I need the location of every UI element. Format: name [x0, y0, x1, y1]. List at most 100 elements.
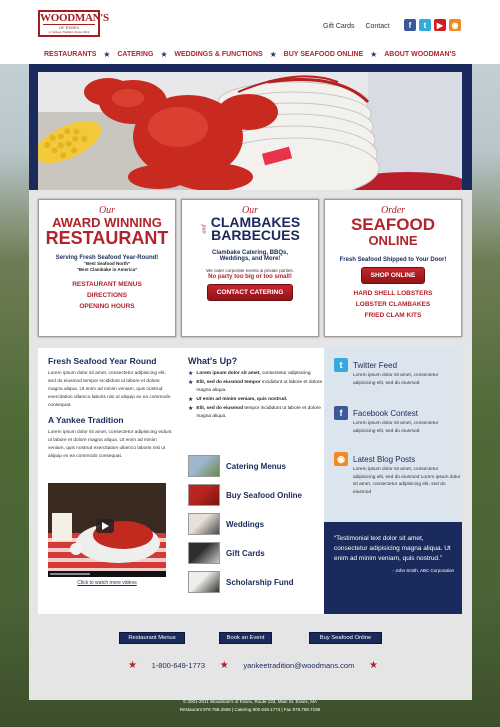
feed-latest-blog-posts: ◉ Latest Blog Posts Lorem ipsum dolor sit …	[324, 452, 462, 496]
quick-link-label: Gift Cards	[226, 548, 265, 558]
news-item-bold: Ut enim ad minim veniam, quis nostrud.	[196, 397, 288, 402]
quick-link-weddings[interactable]: Weddings	[188, 510, 302, 538]
quick-link-catering-menus[interactable]: Catering Menus	[188, 452, 302, 480]
social-icons: f t ▶ ◉	[404, 19, 461, 31]
star-icon: ★	[219, 660, 229, 671]
card-order-online: Order SEAFOOD ONLINE Fresh Seafood Shipp…	[324, 199, 462, 337]
quick-link-thumbnail	[188, 484, 220, 506]
footer-buy-seafood-button[interactable]: Buy Seafood Online	[309, 632, 382, 644]
catering-corporate: We cater corporate events & private part…	[206, 268, 294, 273]
nav-star-icon: ★	[160, 49, 168, 59]
feed-text: Lorem ipsum dolor sit amet, consectetur …	[353, 467, 461, 495]
quick-link-label: Scholarship Fund	[226, 577, 294, 587]
contact-catering-button[interactable]: CONTACT CATERING	[206, 284, 294, 301]
opening-hours-link[interactable]: OPENING HOURS	[39, 301, 175, 312]
news-item[interactable]: ★ Elit, sed do eiusmod tempor incididunt …	[188, 379, 323, 395]
quick-link-thumbnail	[188, 542, 220, 564]
card-catering-line2: BARBECUES	[211, 227, 300, 243]
feed-text: Lorem ipsum dolor sit amet, consectetur …	[353, 421, 439, 434]
restaurant-menus-link[interactable]: RESTAURANT MENUS	[39, 279, 175, 290]
twitter-icon[interactable]: t	[334, 358, 348, 372]
quick-link-label: Catering Menus	[226, 461, 287, 471]
card-order-line2: ONLINE	[368, 233, 418, 248]
yankee-tradition-heading: A Yankee Tradition	[48, 415, 124, 425]
logo-tagline: A Yankee Tradition Since 1914	[48, 30, 90, 34]
phone-number[interactable]: 1-800-649-1773	[152, 661, 205, 670]
testimonial-quote: “Testimonial text dolor sit amet, consec…	[334, 535, 451, 562]
fresh-seafood-heading: Fresh Seafood Year Round	[48, 356, 157, 366]
news-item-text: consectetur adipisicing	[260, 371, 311, 376]
news-item-bold: Lorem ipsum dolor sit amet,	[196, 371, 261, 376]
email-address[interactable]: yankeetradition@woodmans.com	[243, 661, 354, 670]
fresh-seafood-text: Lorem ipsum dolor sit amet, consectetur …	[48, 371, 171, 408]
nav-item-about-woodman-s[interactable]: ABOUT WOODMAN'S	[384, 51, 456, 58]
quick-link-gift-cards[interactable]: Gift Cards	[188, 539, 302, 567]
main-nav: RESTAURANTS ★ CATERING ★ WEDDINGS & FUNCTION…	[38, 44, 462, 64]
whats-up-heading: What's Up?	[188, 356, 238, 366]
card-catering: Our and CLAMBAKES BARBECUES Clambake Cat…	[181, 199, 319, 337]
bullet-star-icon: ★	[188, 371, 194, 377]
about-column: Fresh Seafood Year Round Lorem ipsum dol…	[48, 356, 173, 466]
lobster-clambakes-link[interactable]: LOBSTER CLAMBAKES	[325, 299, 461, 310]
facebook-icon[interactable]: f	[334, 406, 348, 420]
gift-cards-link[interactable]: Gift Cards	[323, 23, 355, 30]
shop-online-button[interactable]: SHOP ONLINE	[360, 267, 426, 284]
main-content: Fresh Seafood Year Round Lorem ipsum dol…	[38, 348, 462, 614]
bullet-star-icon: ★	[188, 397, 194, 403]
feed-twitter-feed: t Twitter Feed Lorem ipsum dolor sit amet,…	[324, 358, 462, 387]
facebook-icon[interactable]: f	[404, 19, 416, 31]
nav-star-icon: ★	[370, 49, 378, 59]
hard-shell-lobsters-link[interactable]: HARD SHELL LOBSTERS	[325, 288, 461, 299]
bullet-star-icon: ★	[188, 380, 194, 386]
nav-item-weddings-functions[interactable]: WEDDINGS & FUNCTIONS	[174, 51, 262, 58]
nav-item-restaurants[interactable]: RESTAURANTS	[44, 51, 96, 58]
news-item[interactable]: ★ Elit, sed do eiusmod tempor incididunt …	[188, 405, 323, 421]
video-player[interactable]	[48, 483, 166, 577]
feed-title[interactable]: Facebook Contest	[353, 409, 418, 418]
contact-bar: ★ 1-800-649-1773 ★ yankeetradition@woodm…	[128, 660, 378, 671]
quick-links: Catering Menus Buy Seafood Online Weddings…	[188, 452, 302, 597]
star-icon: ★	[369, 660, 378, 671]
whats-up-column: What's Up? ★ Lorem ipsum dolor sit amet, …	[188, 356, 323, 422]
nav-item-catering[interactable]: CATERING	[117, 51, 153, 58]
footer-book-event-button[interactable]: Book an Event	[219, 632, 272, 644]
site-footer: © 2001-2011 Woodman's of Essex, Route 13…	[0, 698, 500, 714]
footer-copyright: © 2001-2011 Woodman's of Essex, Route 13…	[182, 699, 318, 704]
feed-title[interactable]: Latest Blog Posts	[353, 455, 415, 464]
top-links: Gift Cards Contact	[323, 23, 399, 30]
news-item[interactable]: ★ Lorem ipsum dolor sit amet, consectetur…	[188, 370, 323, 378]
quick-link-thumbnail	[188, 513, 220, 535]
fried-clam-kits-link[interactable]: FRIED CLAM KITS	[325, 310, 461, 321]
card-restaurant-quote2: “Best Clambake in America”	[76, 267, 138, 272]
catering-heading: and CLAMBAKES BARBECUES	[182, 215, 318, 243]
quick-link-thumbnail	[188, 455, 220, 477]
rss-icon[interactable]: ◉	[334, 452, 348, 466]
quick-link-label: Weddings	[226, 519, 265, 529]
rss-icon[interactable]: ◉	[449, 19, 461, 31]
watch-more-videos-link[interactable]: Click to watch more videos	[48, 580, 166, 586]
feed-title[interactable]: Twitter Feed	[353, 361, 397, 370]
quick-link-buy-seafood-online[interactable]: Buy Seafood Online	[188, 481, 302, 509]
catering-party: No party too big or too small!	[208, 274, 292, 280]
card-order-line1: SEAFOOD	[350, 215, 436, 234]
yankee-tradition-text: Lorem ipsum dolor sit amet, consectetur …	[48, 430, 172, 459]
woodmans-logo[interactable]: WOODMAN'S OF ESSEX A Yankee Tradition Si…	[38, 10, 109, 37]
card-restaurant-line2: RESTAURANT	[45, 228, 169, 248]
hero-lobster-image	[38, 72, 462, 190]
quick-link-label: Buy Seafood Online	[226, 490, 303, 500]
twitter-icon[interactable]: t	[419, 19, 431, 31]
quick-link-thumbnail	[188, 571, 220, 593]
news-item[interactable]: ★ Ut enim ad minim veniam, quis nostrud.	[188, 396, 323, 404]
quick-link-scholarship-fund[interactable]: Scholarship Fund	[188, 568, 302, 596]
whats-up-list: ★ Lorem ipsum dolor sit amet, consectetur…	[188, 370, 323, 421]
testimonial-author: - John Smith, ABC Corporation	[392, 568, 454, 573]
feed-text: Lorem ipsum dolor sit amet, consectetur …	[353, 373, 439, 386]
youtube-icon[interactable]: ▶	[434, 19, 446, 31]
logo-name: WOODMAN'S	[40, 12, 109, 24]
footer-restaurant-menus-button[interactable]: Restaurant Menus	[119, 632, 185, 644]
contact-link[interactable]: Contact	[365, 23, 389, 30]
nav-star-icon: ★	[269, 49, 277, 59]
social-feeds: t Twitter Feed Lorem ipsum dolor sit amet,…	[324, 348, 462, 522]
directions-link[interactable]: DIRECTIONS	[39, 290, 175, 301]
nav-item-buy-seafood-online[interactable]: BUY SEAFOOD ONLINE	[284, 51, 364, 58]
